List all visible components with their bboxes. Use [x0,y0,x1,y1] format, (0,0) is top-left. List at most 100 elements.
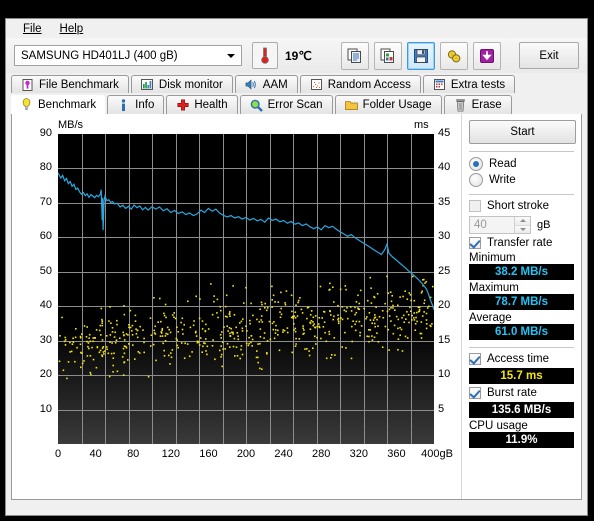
disk-monitor-icon [141,78,154,91]
y-tick-label: 20 [39,368,52,381]
menu-file-label: File [23,22,42,35]
stat-cpu-usage-label: CPU usage [469,420,528,432]
x-tick-label: 120 [161,448,180,460]
x-tick-label: 80 [127,448,140,460]
temperature-value: 19℃ [285,48,312,63]
menu-bar: File Help [6,19,587,38]
x-tick-label: 320 [349,448,368,460]
y-axis-unit-label: MB/s [58,119,84,131]
y-tick-label: 50 [39,264,52,277]
start-button-label: Start [510,126,535,138]
stat-cpu-usage-value: 11.9% [469,432,574,448]
tab-label: Error Scan [267,99,323,111]
stat-maximum-value: 78.7 MB/s [469,294,574,310]
checkbox-transfer-rate-label: Transfer rate [487,237,553,249]
temperature-indicator [252,42,278,69]
menu-item-help[interactable]: Help [51,21,93,37]
stat-access-time-value: 15.7 ms [469,368,574,384]
divider [469,151,574,152]
thermometer-icon [261,47,269,64]
radio-write-indicator [469,173,483,187]
chevron-down-icon[interactable] [223,47,239,64]
stat-minimum-value: 38.2 MB/s [469,264,574,280]
tab-benchmark[interactable]: Benchmark [11,95,106,114]
checkbox-burst-rate-box [469,387,481,399]
stat-average-label: Average [469,312,512,324]
drive-select-dropdown[interactable]: SAMSUNG HD401LJ (400 gB) [14,45,242,66]
checkbox-burst-rate-label: Burst rate [487,387,537,399]
stat-average-value: 61.0 MB/s [469,324,574,340]
y-tick-label: 30 [39,333,52,346]
x-tick-label: 40 [89,448,102,460]
checkbox-access-time-box [469,353,481,365]
tab-label: Info [135,99,155,111]
radio-read-indicator [469,157,483,171]
short-stroke-stepper[interactable]: 40 [469,216,531,234]
divider [469,347,574,348]
health-cross-icon [176,99,189,112]
short-stroke-unit: gB [537,219,551,231]
settings-icon[interactable] [440,41,468,70]
y-tick-label: 10 [39,402,52,415]
benchmark-chart: MB/s ms 10 20 30 40 50 60 70 80 90 5 10 15 20 25 30 35… [16,118,456,496]
radio-write[interactable]: Write [469,173,574,187]
tab-label: Erase [471,99,502,111]
start-button[interactable]: Start [469,120,576,144]
x-tick-label: 0 [54,448,62,460]
checkbox-transfer-rate[interactable]: Transfer rate [469,237,574,249]
erase-trash-icon [454,98,467,112]
copy-image-icon[interactable] [374,41,402,70]
tab-row-2: Benchmark Info Health Error Scan Folder … [11,93,582,114]
stat-maximum-label: Maximum [469,282,519,294]
info-icon [117,98,130,112]
y-tick-label: 60 [39,230,52,243]
toolbar: SAMSUNG HD401LJ (400 gB) 19℃ Exit [6,38,587,73]
short-stroke-size-row: 40 gB [469,216,574,234]
exit-button-label: Exit [539,49,559,62]
checkbox-transfer-rate-box [469,237,481,249]
tab-error-scan[interactable]: Error Scan [239,95,333,114]
tab-aam[interactable]: AAM [234,75,298,93]
file-benchmark-icon [21,78,34,91]
tab-disk-monitor[interactable]: Disk monitor [130,75,233,93]
y-tick-label: 90 [39,127,52,139]
tab-info[interactable]: Info [107,95,165,114]
tab-health[interactable]: Health [166,95,238,114]
checkbox-burst-rate[interactable]: Burst rate [469,387,574,399]
y-tick-label: 70 [39,195,52,208]
checkbox-short-stroke-label: Short stroke [487,200,549,212]
menu-item-file[interactable]: File [14,21,51,37]
controls-panel: Start Read Write Short stroke 40 gB Tran… [461,114,581,499]
tab-random-access[interactable]: Random Access [299,75,421,93]
exit-button[interactable]: Exit [519,42,579,69]
x-tick-label: 280 [312,448,331,460]
radio-read-label: Read [489,158,517,170]
random-access-icon [310,78,323,91]
tab-bar: File Benchmark Disk monitor AAM Random A… [6,73,587,114]
benchmark-bulb-icon [20,98,33,111]
y2-axis-unit-label: ms [414,119,429,131]
toolbar-buttons [341,41,501,70]
status-bar [6,500,587,518]
download-icon[interactable] [473,41,501,70]
y-tick-label: 80 [39,161,52,174]
stepper-up-icon[interactable] [515,217,530,226]
tab-extra-tests[interactable]: Extra tests [422,75,516,93]
x-tick-label: 360 [387,448,406,460]
tab-label: Extra tests [450,78,506,91]
checkbox-short-stroke[interactable]: Short stroke [469,200,574,212]
stepper-buttons[interactable] [514,217,530,233]
tab-row-1: File Benchmark Disk monitor AAM Random A… [11,73,582,93]
aam-speaker-icon [245,78,258,91]
x-tick-label: 160 [199,448,218,460]
tab-label: Health [194,99,228,111]
stepper-down-icon[interactable] [515,225,530,233]
save-icon[interactable] [407,41,435,70]
tab-erase[interactable]: Erase [443,95,512,114]
tab-file-benchmark[interactable]: File Benchmark [11,75,129,93]
x-tick-label: 240 [274,448,293,460]
copy-text-icon[interactable] [341,41,369,70]
radio-read[interactable]: Read [469,157,574,171]
tab-folder-usage[interactable]: Folder Usage [334,95,442,114]
checkbox-access-time[interactable]: Access time [469,353,574,365]
